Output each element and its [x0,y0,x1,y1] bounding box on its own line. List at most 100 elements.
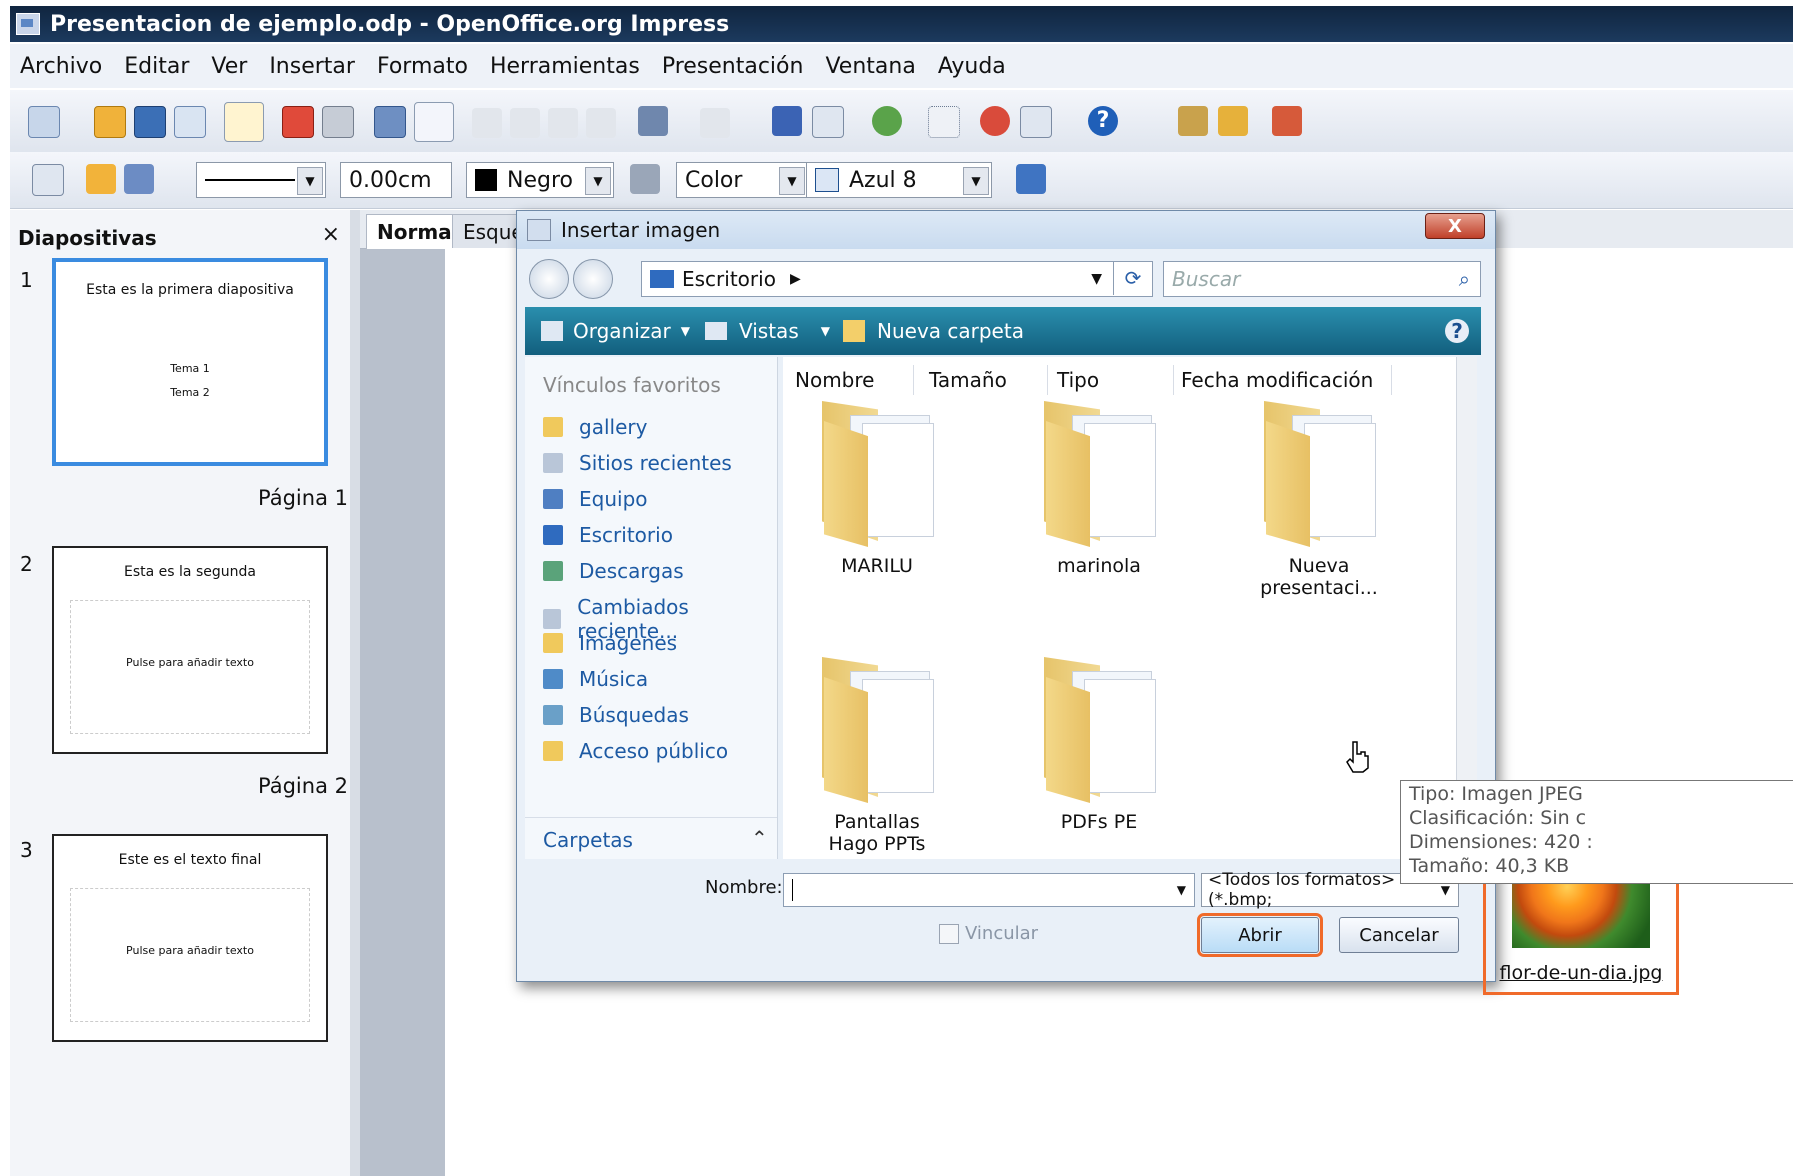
area-fill-icon[interactable] [630,164,660,194]
nav-item-desktop[interactable]: Escritorio [543,523,673,547]
file-item-folder[interactable]: MARILU [787,401,967,577]
new-document-icon[interactable] [28,106,60,138]
line-color-select[interactable]: Negro ▼ [466,162,614,198]
organize-icon [541,321,563,341]
export-pdf-icon[interactable] [282,106,314,138]
views-button[interactable]: Vistas ▼ [705,319,830,343]
fill-type-select[interactable]: Color ▼ [676,162,808,198]
slide-thumbnail-1[interactable]: Esta es la primera diapositiva Tema 1 Te… [52,258,328,466]
nav-item-gallery[interactable]: gallery [543,415,647,439]
file-item-folder[interactable]: Pantallas Hago PPTs [787,657,967,855]
new-folder-button[interactable]: Nueva carpeta [843,319,1024,343]
slide-show-icon[interactable] [1272,106,1302,136]
nav-item-pictures[interactable]: Imágenes [543,631,677,655]
chevron-down-icon[interactable]: ▼ [779,167,805,195]
autospellcheck-icon[interactable] [414,102,454,142]
menu-ventana[interactable]: Ventana [825,54,915,79]
nav-item-music[interactable]: Música [543,667,648,691]
line-fill-toolbar: ▼ 0.00cm Negro ▼ Color ▼ Azul 8 ▼ [10,152,1793,209]
folders-toggle[interactable]: Carpetas ⌃ [525,817,777,860]
shadow-icon[interactable] [1016,164,1046,194]
chevron-down-icon[interactable]: ▼ [1091,271,1102,287]
paste-icon[interactable] [548,108,578,138]
chevron-right-icon[interactable]: ▶ [790,271,801,287]
open-icon[interactable] [94,106,126,138]
nav-item-public[interactable]: Acceso público [543,739,728,763]
nav-item-recent-places[interactable]: Sitios recientes [543,451,732,475]
cancel-button[interactable]: Cancelar [1339,917,1459,953]
line-icon[interactable] [86,164,116,194]
menu-archivo[interactable]: Archivo [20,54,102,79]
searches-icon [543,705,563,725]
chevron-down-icon: ▼ [820,324,830,338]
search-input[interactable]: Buscar ⌕ [1163,261,1481,297]
chevron-down-icon[interactable]: ▼ [963,167,989,195]
chevron-down-icon[interactable]: ▼ [1441,883,1450,897]
copy-icon[interactable] [510,108,540,138]
menu-formato[interactable]: Formato [377,54,468,79]
address-field[interactable]: Escritorio ▶ ▼ [641,261,1153,297]
arrow-style-icon[interactable] [124,164,154,194]
search-icon[interactable]: ⌕ [1459,267,1470,291]
filename-field[interactable]: ▼ [783,873,1195,907]
slide-thumbnail-3[interactable]: Este es el texto final Pulse para añadir… [52,834,328,1042]
table-icon[interactable] [812,106,844,138]
email-icon[interactable] [174,106,206,138]
nav-item-searches[interactable]: Búsquedas [543,703,689,727]
column-header-date-modified[interactable]: Fecha modificación [1175,365,1392,395]
spellcheck-icon[interactable] [374,106,406,138]
line-style-select[interactable]: ▼ [196,162,326,198]
help-icon[interactable]: ? [1445,319,1469,343]
nav-item-downloads[interactable]: Descargas [543,559,684,583]
menu-insertar[interactable]: Insertar [269,54,355,79]
chevron-down-icon[interactable]: ▼ [1177,883,1186,897]
open-button[interactable]: Abrir [1197,913,1323,957]
link-checkbox[interactable] [939,923,959,944]
file-item-folder[interactable]: PDFs PE [1009,657,1189,833]
refresh-icon[interactable]: ⟳ [1113,261,1152,295]
cut-icon[interactable] [472,108,502,138]
edit-mode-icon[interactable] [224,102,264,142]
menu-herramientas[interactable]: Herramientas [490,54,640,79]
line-width-field[interactable]: 0.00cm [340,162,452,198]
grid-icon[interactable] [928,106,960,138]
menu-editar[interactable]: Editar [124,54,189,79]
chart-icon[interactable] [772,106,802,136]
forward-button[interactable] [573,259,613,299]
chevron-down-icon[interactable]: ▼ [585,167,611,195]
navigation-pane: Vínculos favoritos gallery Sitios recien… [525,357,778,859]
nav-item-computer[interactable]: Equipo [543,487,648,511]
menu-presentacion[interactable]: Presentación [662,54,804,79]
dialog-close-button[interactable]: X [1425,213,1485,239]
zoom-icon[interactable] [1020,106,1052,138]
column-header-name[interactable]: Nombre [789,365,914,395]
slide-thumbnail-2[interactable]: Esta es la segunda Pulse para añadir tex… [52,546,328,754]
file-item-folder[interactable]: marinola [1009,401,1189,577]
recently-changed-icon [543,609,562,629]
chevron-down-icon[interactable]: ▼ [297,167,323,195]
file-item-folder[interactable]: Nueva presentaci... [1229,401,1409,599]
fill-color-select[interactable]: Azul 8 ▼ [806,162,992,198]
file-info-tooltip: Tipo: Imagen JPEG Clasificación: Sin c D… [1400,780,1793,884]
column-header-size[interactable]: Tamaño [919,365,1048,395]
slide-layout-icon[interactable] [1218,106,1248,136]
menu-ayuda[interactable]: Ayuda [938,54,1006,79]
page-label: Página 1 [258,486,348,510]
navigator-icon[interactable] [980,106,1010,136]
print-icon[interactable] [322,106,354,138]
redo-icon[interactable] [700,108,730,138]
undo-icon[interactable] [638,106,668,136]
style-icon[interactable] [32,164,64,196]
organize-button[interactable]: Organizar ▼ [541,319,690,343]
save-icon[interactable] [134,106,166,138]
panel-splitter[interactable] [350,210,360,1176]
display-grid-icon[interactable] [872,106,902,136]
menu-ver[interactable]: Ver [211,54,247,79]
clone-format-icon[interactable] [586,108,616,138]
back-button[interactable] [529,259,569,299]
link-option[interactable]: Vincular [939,923,1038,944]
slide-icon[interactable] [1178,106,1208,136]
close-icon[interactable]: × [322,222,340,247]
help-icon[interactable]: ? [1088,106,1118,136]
column-header-type[interactable]: Tipo [1049,365,1174,395]
